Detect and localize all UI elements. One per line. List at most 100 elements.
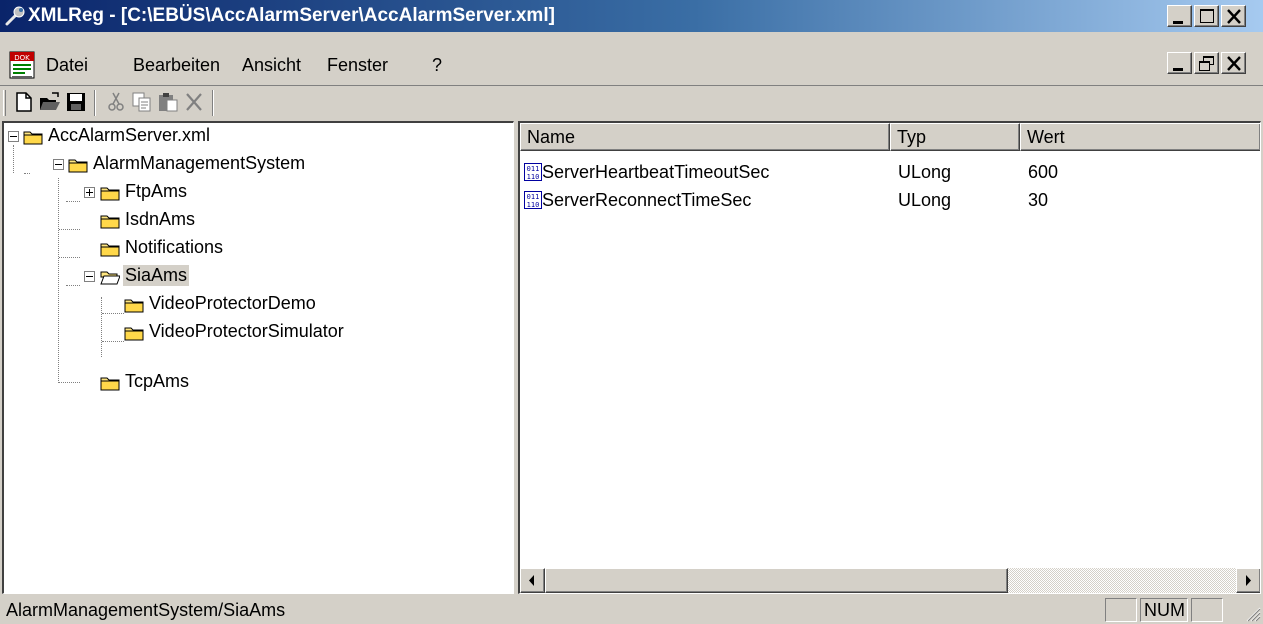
close-button[interactable] — [1221, 5, 1246, 27]
minimize-icon — [1173, 21, 1183, 24]
resize-grip-icon[interactable] — [1243, 604, 1261, 622]
title-bar[interactable]: XMLReg - [C:\EBÜS\AccAlarmServer\AccAlar… — [0, 0, 1263, 32]
status-cell-num: NUM — [1140, 598, 1188, 622]
toolbar-separator — [94, 90, 96, 116]
svg-text:011: 011 — [527, 193, 540, 201]
close-icon — [1227, 9, 1241, 24]
toolbar-grip[interactable] — [3, 90, 6, 116]
column-header-typ[interactable]: Typ — [890, 123, 1020, 151]
list-item-value: 600 — [1028, 162, 1059, 182]
paste-icon[interactable] — [156, 90, 180, 114]
maximize-button[interactable] — [1194, 5, 1219, 27]
maximize-icon — [1200, 9, 1214, 23]
column-header-wert[interactable]: Wert — [1020, 123, 1260, 151]
folder-icon — [23, 131, 43, 145]
list-item-value: 30 — [1028, 190, 1049, 210]
tree-view[interactable]: AccAlarmServer.xml AlarmManagementSystem… — [2, 121, 514, 594]
tree-line — [66, 285, 80, 286]
tree-line — [58, 178, 59, 383]
status-bar: AlarmManagementSystem/SiaAms NUM — [0, 598, 1263, 624]
folder-icon — [100, 377, 120, 391]
folder-icon — [124, 299, 144, 313]
toolbar-separator — [212, 90, 214, 116]
list-item-name: ServerHeartbeatTimeoutSec — [542, 162, 770, 182]
arrow-left-icon — [529, 575, 534, 586]
tree-item-label: Notifications — [125, 237, 224, 257]
folder-icon — [68, 159, 88, 173]
new-icon[interactable] — [12, 90, 36, 114]
mdi-minimize-button[interactable] — [1167, 52, 1192, 74]
list-item[interactable]: 011 110 ServerReconnectTimeSec ULong 30 — [520, 187, 1260, 215]
open-folder-icon — [100, 271, 120, 285]
collapse-icon[interactable] — [84, 271, 95, 282]
mdi-restore-button[interactable] — [1194, 52, 1219, 74]
tree-line — [24, 173, 30, 174]
menu-ansicht[interactable]: Ansicht — [242, 55, 301, 76]
collapse-icon[interactable] — [8, 131, 19, 142]
tree-item-label: SiaAms — [123, 265, 190, 286]
tree-item-label: AccAlarmServer.xml — [48, 125, 211, 145]
menu-bearbeiten[interactable]: Bearbeiten — [133, 55, 220, 76]
wrench-icon — [5, 6, 25, 26]
arrow-right-icon — [1246, 575, 1251, 586]
status-cell-scroll — [1191, 598, 1223, 622]
menu-fenster[interactable]: Fenster — [327, 55, 388, 76]
binary-value-icon: 011 110 — [524, 163, 542, 181]
folder-icon — [124, 327, 144, 341]
list-item-type: ULong — [898, 162, 952, 182]
scroll-track[interactable] — [545, 568, 1236, 593]
tree-item-label: VideoProtectorDemo — [149, 293, 316, 313]
tree-line — [102, 341, 124, 342]
minimize-button[interactable] — [1167, 5, 1192, 27]
collapse-icon[interactable] — [53, 159, 64, 170]
scroll-thumb[interactable] — [545, 568, 1008, 593]
folder-icon — [100, 215, 120, 229]
tree-item-label: VideoProtectorSimulator — [149, 321, 344, 341]
tree-item-label: AlarmManagementSystem — [93, 153, 306, 173]
folder-icon — [100, 187, 120, 201]
horizontal-scrollbar[interactable] — [520, 568, 1260, 593]
open-icon[interactable] — [38, 90, 62, 114]
toolbar — [0, 85, 1263, 119]
menu-datei[interactable]: Datei — [46, 55, 88, 76]
status-path: AlarmManagementSystem/SiaAms — [6, 600, 286, 620]
tree-item-label: TcpAms — [125, 371, 190, 391]
folder-icon — [100, 243, 120, 257]
cut-icon[interactable] — [104, 90, 128, 114]
tree-line — [59, 382, 80, 383]
close-icon — [1227, 56, 1241, 71]
window-title: XMLReg - [C:\EBÜS\AccAlarmServer\AccAlar… — [28, 5, 555, 26]
tree-line — [101, 297, 102, 357]
binary-value-icon: 011 110 — [524, 191, 542, 209]
expand-icon[interactable] — [84, 187, 95, 198]
tree-line — [59, 257, 80, 258]
menu-bar: DOK Datei Bearbeiten Ansicht Fenster ? — [0, 50, 1263, 86]
status-cell-caps — [1105, 598, 1137, 622]
list-view[interactable]: Name Typ Wert 011 110 ServerHeartbeatTim… — [518, 121, 1261, 594]
document-icon[interactable]: DOK — [6, 50, 38, 82]
copy-icon[interactable] — [130, 90, 154, 114]
tree-line — [59, 229, 80, 230]
tree-item-label: IsdnAms — [125, 209, 196, 229]
list-item[interactable]: 011 110 ServerHeartbeatTimeoutSec ULong … — [520, 159, 1260, 187]
mdi-close-button[interactable] — [1221, 52, 1246, 74]
tree-line — [102, 313, 124, 314]
svg-text:DOK: DOK — [14, 54, 30, 62]
tree-line — [66, 201, 80, 202]
tree-item-label: FtpAms — [125, 181, 188, 201]
scroll-right-button[interactable] — [1236, 568, 1260, 593]
svg-text:110: 110 — [527, 173, 540, 181]
save-icon[interactable] — [64, 90, 88, 114]
minimize-icon — [1173, 68, 1183, 71]
restore-icon — [1199, 56, 1214, 71]
list-item-name: ServerReconnectTimeSec — [542, 190, 752, 210]
delete-icon[interactable] — [182, 90, 206, 114]
list-item-type: ULong — [898, 190, 952, 210]
svg-text:110: 110 — [527, 201, 540, 209]
svg-text:011: 011 — [527, 165, 540, 173]
tree-line — [13, 145, 14, 173]
list-header: Name Typ Wert — [520, 123, 1260, 151]
column-header-name[interactable]: Name — [520, 123, 890, 151]
menu-help[interactable]: ? — [432, 55, 442, 76]
scroll-left-button[interactable] — [520, 568, 545, 593]
